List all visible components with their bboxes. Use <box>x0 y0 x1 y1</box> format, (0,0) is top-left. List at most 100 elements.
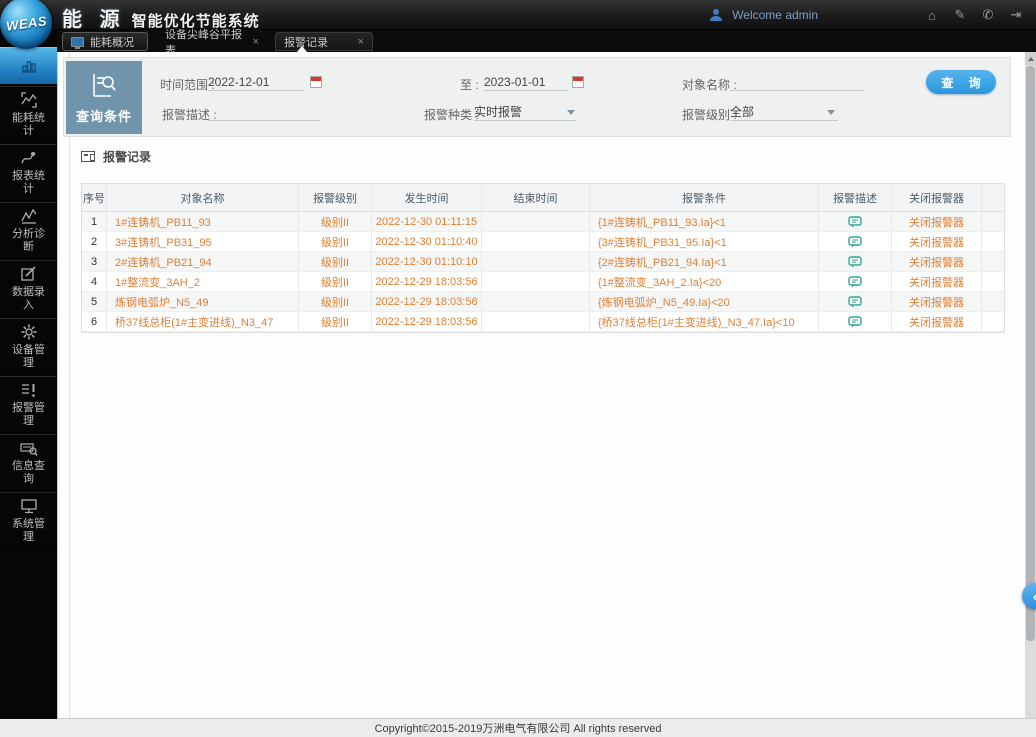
col-header-no: 序号 <box>82 184 107 212</box>
sidebar-item-analysis[interactable]: 分析诊断 <box>0 202 57 259</box>
home-icon[interactable]: ⌂ <box>922 8 942 23</box>
alarm-type-select[interactable]: 实时报警 <box>474 104 576 121</box>
cell-level: 级别II <box>299 232 372 252</box>
logout-icon[interactable]: ⇥ <box>1006 7 1026 23</box>
cell-end-time <box>482 212 590 232</box>
tab-energy-overview[interactable]: 能耗概况 <box>62 32 148 51</box>
sidebar-item-energy-stats[interactable]: 能耗统计 <box>0 86 57 143</box>
cell-extra <box>982 212 1004 232</box>
cell-level: 级别II <box>299 312 372 332</box>
message-icon[interactable] <box>848 296 862 308</box>
col-header-level: 报警级别 <box>299 184 372 212</box>
sidebar-item-home[interactable] <box>0 47 57 84</box>
sidebar-item-data-entry[interactable]: 数据录入 <box>0 260 57 317</box>
search-lines-icon <box>89 70 119 100</box>
close-alarm-link[interactable]: 关闭报警器 <box>909 234 964 250</box>
cell-start-time: 2022-12-29 18:03:56 <box>372 292 482 312</box>
sidebar-item-info-query[interactable]: 信息查询 <box>0 434 57 491</box>
monitor-icon <box>71 37 84 47</box>
alarm-desc-input[interactable] <box>208 104 320 121</box>
curve-dot-icon <box>20 149 38 167</box>
query-panel: 查询条件 时间范围 : 2022-12-01 至 : 2023-01-01 对象… <box>63 57 1011 137</box>
cell-level: 级别II <box>299 252 372 272</box>
copyright-text: Copyright©2015-2019万洲电气有限公司 All rights r… <box>375 720 662 736</box>
chevron-down-icon[interactable] <box>827 110 835 115</box>
cell-object-name: 3#连铸机_PB31_95 <box>107 232 299 252</box>
cell-object-name: 1#整流变_3AH_2 <box>107 272 299 292</box>
close-tab-icon[interactable]: × <box>253 36 259 48</box>
message-icon[interactable] <box>848 216 862 228</box>
cell-condition: {炼钢电弧炉_N5_49.Ia}<20 <box>590 292 819 312</box>
message-icon[interactable] <box>848 316 862 328</box>
zigzag-chart-icon <box>20 207 38 225</box>
footer-bar: Copyright©2015-2019万洲电气有限公司 All rights r… <box>0 718 1036 737</box>
calendar-icon[interactable] <box>572 76 584 88</box>
gear-icon <box>20 323 38 341</box>
tab-alarm-records[interactable]: 报警记录 × <box>275 32 373 51</box>
cell-level: 级别II <box>299 292 372 312</box>
cell-condition: {1#连铸机_PB11_93.Ia}<1 <box>590 212 819 232</box>
message-icon[interactable] <box>848 236 862 248</box>
sidebar-item-device-mgmt[interactable]: 设备管理 <box>0 318 57 375</box>
sidebar-item-system-mgmt[interactable]: 系统管理 <box>0 492 57 549</box>
keyboard-search-icon <box>20 439 38 457</box>
edit-icon[interactable]: ✎ <box>950 7 970 23</box>
cell-level: 级别II <box>299 272 372 292</box>
welcome-text: Welcome admin <box>732 8 818 22</box>
app-window: 能 源 智能优化节能系统 Welcome admin ⌂ ✎ ✆ ⇥ WEAS … <box>0 0 1036 737</box>
query-criteria-label: 查询条件 <box>76 106 132 125</box>
close-alarm-link[interactable]: 关闭报警器 <box>909 214 964 230</box>
date-from-input[interactable]: 2022-12-01 <box>208 74 304 91</box>
calendar-icon[interactable] <box>310 76 322 88</box>
cell-condition: {桥37线总柜(1#主变进线)_N3_47.Ia}<10 <box>590 312 819 332</box>
cell-end-time <box>482 232 590 252</box>
message-icon[interactable] <box>848 256 862 268</box>
cell-start-time: 2022-12-30 01:11:15 <box>372 212 482 232</box>
cell-condition: {2#连铸机_PB21_94.Ia}<1 <box>590 252 819 272</box>
alarm-level-select[interactable]: 全部 <box>730 104 838 121</box>
table-row: 5 炼钢电弧炉_N5_49 级别II 2022-12-29 18:03:56 {… <box>82 292 1004 312</box>
pencil-square-icon <box>20 265 38 283</box>
date-to-input[interactable]: 2023-01-01 <box>484 74 568 91</box>
cell-object-name: 2#连铸机_PB21_94 <box>107 252 299 272</box>
phone-icon[interactable]: ✆ <box>978 7 998 23</box>
scrollbar-thumb[interactable] <box>1026 66 1035 641</box>
time-range-label: 时间范围 : <box>160 76 215 93</box>
cell-no: 4 <box>82 272 107 292</box>
close-tab-icon[interactable]: × <box>358 36 364 48</box>
query-criteria-box: 查询条件 <box>66 61 142 134</box>
close-alarm-link[interactable]: 关闭报警器 <box>909 314 964 330</box>
cell-start-time: 2022-12-30 01:10:10 <box>372 252 482 272</box>
cell-description <box>819 272 892 292</box>
to-label: 至 : <box>460 76 479 93</box>
cell-no: 2 <box>82 232 107 252</box>
cell-end-time <box>482 292 590 312</box>
query-button[interactable]: 查 询 <box>926 70 996 94</box>
sidebar-item-report-stats[interactable]: 报表统计 <box>0 144 57 201</box>
object-name-input[interactable] <box>730 74 864 91</box>
close-alarm-link[interactable]: 关闭报警器 <box>909 274 964 290</box>
user-avatar-icon <box>708 7 724 23</box>
message-icon[interactable] <box>848 276 862 288</box>
col-header-extra <box>982 184 1004 212</box>
cell-level: 级别II <box>299 212 372 232</box>
chevron-down-icon[interactable] <box>567 110 575 115</box>
close-alarm-link[interactable]: 关闭报警器 <box>909 254 964 270</box>
tab-peak-valley-report[interactable]: 设备尖峰谷平报表 × <box>157 32 267 51</box>
table-row: 1 1#连铸机_PB11_93 级别II 2022-12-30 01:11:15… <box>82 212 1004 232</box>
table-row: 6 桥37线总柜(1#主变进线)_N3_47 级别II 2022-12-29 1… <box>82 312 1004 332</box>
sidebar-item-alarm-mgmt[interactable]: 报警管理 <box>0 376 57 433</box>
scroll-up-arrow[interactable] <box>1025 52 1036 65</box>
col-header-desc: 报警描述 <box>819 184 892 212</box>
cell-description <box>819 252 892 272</box>
col-header-name: 对象名称 <box>107 184 299 212</box>
close-alarm-link[interactable]: 关闭报警器 <box>909 294 964 310</box>
app-title-primary: 能 源 <box>62 3 126 32</box>
cell-end-time <box>482 252 590 272</box>
line-chart-frame-icon <box>20 91 38 109</box>
col-header-end: 结束时间 <box>482 184 590 212</box>
cell-extra <box>982 252 1004 272</box>
alarm-records-section: 报警记录 <box>63 145 1011 167</box>
cell-start-time: 2022-12-29 18:03:56 <box>372 312 482 332</box>
table-row: 3 2#连铸机_PB21_94 级别II 2022-12-30 01:10:10… <box>82 252 1004 272</box>
